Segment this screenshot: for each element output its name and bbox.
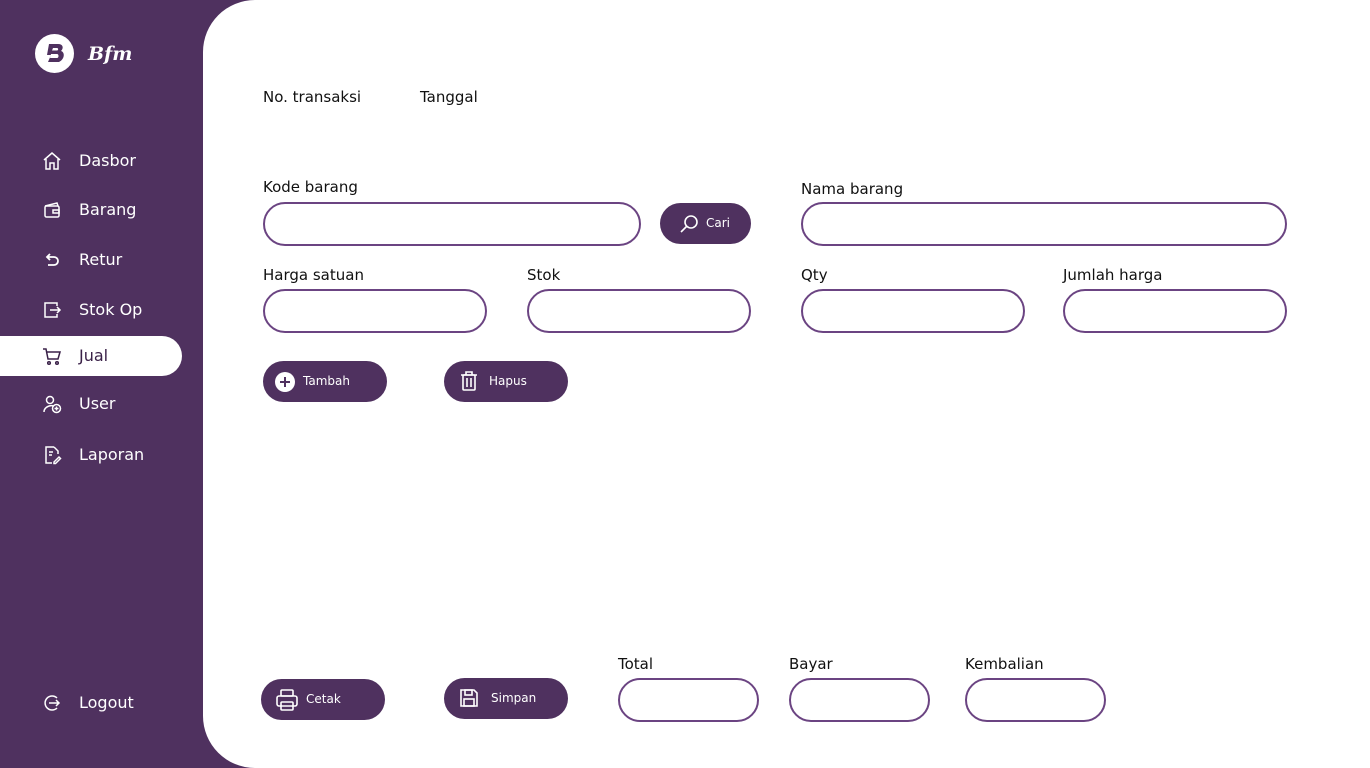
stok-input[interactable] (527, 289, 751, 333)
sidebar-item-user[interactable]: User (0, 384, 182, 424)
qty-label: Qty (801, 266, 828, 284)
logo-icon (35, 34, 74, 73)
sidebar-item-stok-op[interactable]: Stok Op (0, 290, 182, 330)
stock-opname-icon (42, 300, 62, 320)
main-panel: No. transaksi Tanggal Kode barang Cari N… (203, 0, 1370, 768)
sidebar-item-label: Retur (79, 250, 123, 269)
harga-satuan-label: Harga satuan (263, 266, 364, 284)
stok-label: Stok (527, 266, 561, 284)
tanggal-label: Tanggal (420, 88, 478, 106)
home-icon (42, 151, 62, 171)
cart-icon (42, 346, 62, 366)
return-icon (42, 250, 62, 270)
logout-label: Logout (79, 693, 134, 712)
jumlah-harga-label: Jumlah harga (1063, 266, 1163, 284)
user-add-icon (42, 394, 62, 414)
sidebar-item-label: Barang (79, 200, 137, 219)
trash-icon (458, 370, 480, 392)
qty-input[interactable] (801, 289, 1025, 333)
sidebar-item-retur[interactable]: Retur (0, 240, 182, 280)
total-input[interactable] (618, 678, 759, 722)
kode-barang-input[interactable] (263, 202, 641, 246)
bayar-label: Bayar (789, 655, 833, 673)
nama-barang-label: Nama barang (801, 180, 904, 198)
jumlah-harga-input[interactable] (1063, 289, 1287, 333)
nama-barang-input[interactable] (801, 202, 1287, 246)
no-transaksi-label: No. transaksi (263, 88, 362, 106)
bayar-input[interactable] (789, 678, 930, 722)
kode-barang-label: Kode barang (263, 178, 358, 196)
brand-name: Bfm (88, 42, 133, 65)
sidebar-item-label: User (79, 394, 116, 413)
harga-satuan-input[interactable] (263, 289, 487, 333)
sidebar-item-jual[interactable]: Jual (0, 336, 182, 376)
sidebar-item-label: Laporan (79, 445, 145, 464)
search-icon (678, 213, 700, 235)
sidebar-item-label: Jual (79, 346, 109, 365)
kembalian-label: Kembalian (965, 655, 1044, 673)
sidebar-item-barang[interactable]: Barang (0, 190, 182, 230)
hapus-button-label: Hapus (489, 374, 527, 388)
sidebar-item-laporan[interactable]: Laporan (0, 435, 182, 475)
sidebar-item-label: Stok Op (79, 300, 143, 319)
simpan-button[interactable]: Simpan (444, 678, 568, 719)
sidebar: Bfm Dasbor Barang Retur Stok Op Jual Use… (0, 0, 205, 768)
printer-icon (275, 688, 298, 711)
report-icon (42, 445, 62, 465)
brand-logo[interactable]: Bfm (35, 34, 132, 73)
logout-icon (42, 693, 62, 713)
plus-circle-icon (274, 371, 296, 393)
kembalian-input[interactable] (965, 678, 1106, 722)
cari-button[interactable]: Cari (660, 203, 751, 244)
tambah-button[interactable]: Tambah (263, 361, 387, 402)
save-icon (458, 687, 480, 709)
hapus-button[interactable]: Hapus (444, 361, 568, 402)
cari-button-label: Cari (706, 216, 730, 230)
logout-button[interactable]: Logout (0, 683, 182, 723)
simpan-button-label: Simpan (491, 691, 537, 705)
sidebar-item-label: Dasbor (79, 151, 136, 170)
cetak-button[interactable]: Cetak (261, 679, 385, 720)
sidebar-item-dasbor[interactable]: Dasbor (0, 141, 182, 181)
tambah-button-label: Tambah (303, 374, 350, 388)
total-label: Total (618, 655, 654, 673)
box-icon (42, 200, 62, 220)
cetak-button-label: Cetak (306, 692, 341, 706)
